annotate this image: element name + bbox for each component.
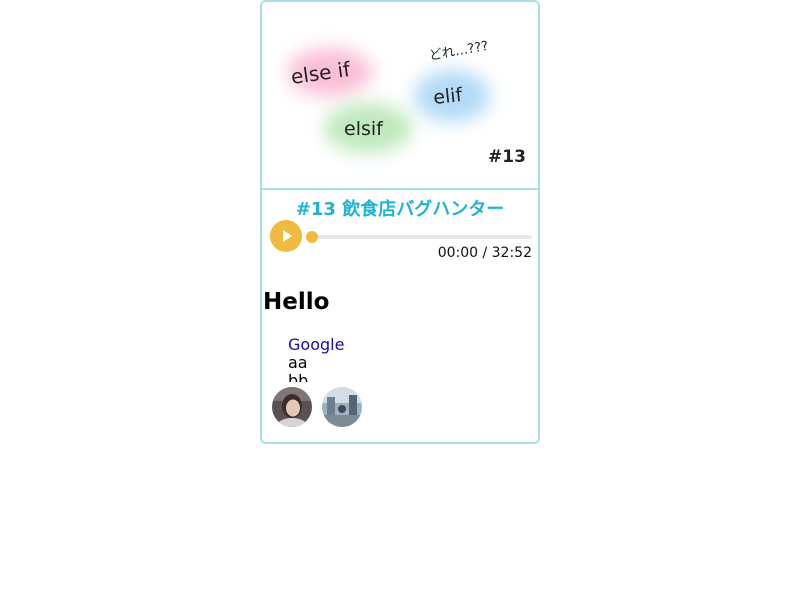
list-item: Google xyxy=(288,336,344,354)
question-label: どれ…??? xyxy=(428,39,489,64)
elsif-label: elsif xyxy=(344,118,384,140)
play-button[interactable] xyxy=(270,220,302,252)
google-link[interactable]: Google xyxy=(288,336,344,354)
playback-time: 00:00 / 32:52 xyxy=(437,245,532,261)
progress-track[interactable] xyxy=(310,235,532,239)
episode-cover-art: else if elsif elif どれ…??? #13 xyxy=(262,2,538,190)
content-list: Google aa bb xyxy=(288,336,344,382)
list-item: bb xyxy=(288,372,344,383)
episode-card: else if elsif elif どれ…??? #13 #13 飲食店バグハ… xyxy=(260,0,540,444)
episode-number-label: #13 xyxy=(488,147,526,167)
content-heading: Hello xyxy=(263,289,330,315)
person-photo-icon xyxy=(272,387,312,427)
participant-avatars xyxy=(272,387,392,429)
audio-player: 00:00 / 32:52 xyxy=(270,218,532,268)
list-item: aa xyxy=(288,354,344,372)
elif-label: elif xyxy=(432,84,464,109)
cover-illustration: else if elsif elif どれ…??? #13 xyxy=(288,39,526,167)
avatar[interactable] xyxy=(322,387,362,427)
street-photo-icon xyxy=(322,387,362,427)
avatar[interactable] xyxy=(272,387,312,427)
progress-handle[interactable] xyxy=(306,231,318,243)
